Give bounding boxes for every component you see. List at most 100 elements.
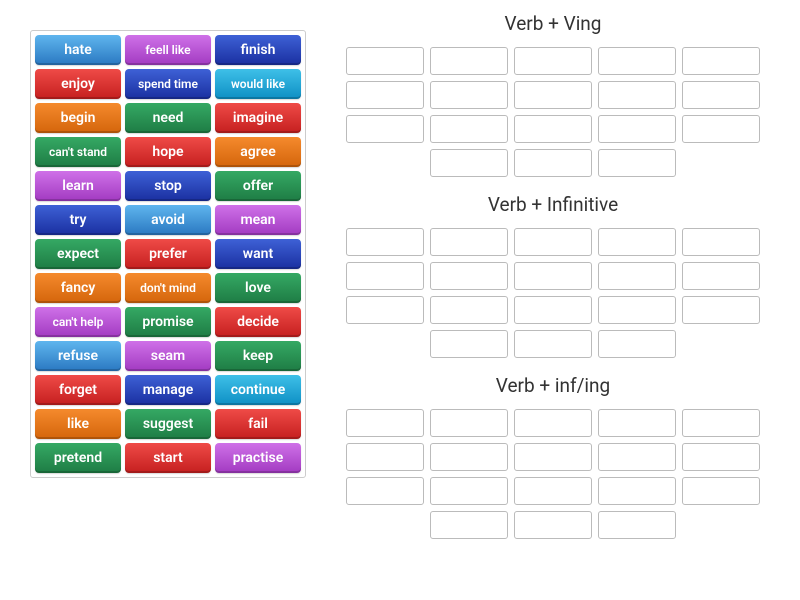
- drop-slot[interactable]: [430, 47, 508, 75]
- word-tile[interactable]: fancy: [35, 273, 121, 303]
- drop-slot[interactable]: [598, 81, 676, 109]
- word-tile[interactable]: would like: [215, 69, 301, 99]
- drop-slot[interactable]: [514, 81, 592, 109]
- drop-slot[interactable]: [682, 115, 760, 143]
- drop-slot[interactable]: [514, 477, 592, 505]
- drop-slot[interactable]: [514, 115, 592, 143]
- word-tile[interactable]: imagine: [215, 103, 301, 133]
- drop-slot[interactable]: [514, 149, 592, 177]
- exercise-container: hatefeell likefinish enjoyspend timewould…: [0, 0, 800, 559]
- drop-slot[interactable]: [514, 409, 592, 437]
- word-tile[interactable]: expect: [35, 239, 121, 269]
- drop-slot[interactable]: [430, 115, 508, 143]
- drop-slot[interactable]: [514, 228, 592, 256]
- drop-slot[interactable]: [682, 409, 760, 437]
- drop-slot[interactable]: [514, 330, 592, 358]
- word-tile[interactable]: keep: [215, 341, 301, 371]
- drop-slot[interactable]: [598, 262, 676, 290]
- word-tile[interactable]: don't mind: [125, 273, 211, 303]
- word-tile[interactable]: need: [125, 103, 211, 133]
- drop-slot[interactable]: [514, 443, 592, 471]
- drop-slot[interactable]: [430, 296, 508, 324]
- word-tile[interactable]: agree: [215, 137, 301, 167]
- word-tile[interactable]: forget: [35, 375, 121, 405]
- word-tile[interactable]: stop: [125, 171, 211, 201]
- word-tile[interactable]: prefer: [125, 239, 211, 269]
- drop-slot[interactable]: [598, 409, 676, 437]
- drop-slot[interactable]: [682, 477, 760, 505]
- drop-slot[interactable]: [346, 443, 424, 471]
- drop-slot[interactable]: [514, 47, 592, 75]
- drop-slot[interactable]: [346, 296, 424, 324]
- drop-slot[interactable]: [598, 115, 676, 143]
- word-tile[interactable]: spend time: [125, 69, 211, 99]
- drop-slot[interactable]: [682, 262, 760, 290]
- drop-slot[interactable]: [682, 81, 760, 109]
- word-tile[interactable]: can't stand: [35, 137, 121, 167]
- drop-slot[interactable]: [346, 47, 424, 75]
- drop-slot[interactable]: [598, 149, 676, 177]
- word-tile[interactable]: learn: [35, 171, 121, 201]
- drop-slot[interactable]: [598, 477, 676, 505]
- drop-slot[interactable]: [346, 477, 424, 505]
- drop-slot[interactable]: [682, 228, 760, 256]
- drop-slot[interactable]: [598, 443, 676, 471]
- group-title: Verb + Ving: [505, 12, 602, 35]
- drop-slot[interactable]: [598, 228, 676, 256]
- word-tile[interactable]: seam: [125, 341, 211, 371]
- drop-slot[interactable]: [430, 262, 508, 290]
- word-tile[interactable]: practise: [215, 443, 301, 473]
- word-tile[interactable]: suggest: [125, 409, 211, 439]
- drop-slot[interactable]: [430, 443, 508, 471]
- drop-slot[interactable]: [430, 149, 508, 177]
- drop-slot[interactable]: [430, 477, 508, 505]
- drop-slot[interactable]: [346, 409, 424, 437]
- word-tile[interactable]: offer: [215, 171, 301, 201]
- word-tile[interactable]: avoid: [125, 205, 211, 235]
- word-tile[interactable]: love: [215, 273, 301, 303]
- slot-grid[interactable]: [336, 409, 770, 539]
- word-tile[interactable]: manage: [125, 375, 211, 405]
- word-tile[interactable]: fail: [215, 409, 301, 439]
- word-tile[interactable]: finish: [215, 35, 301, 65]
- drop-slot[interactable]: [598, 47, 676, 75]
- word-tile[interactable]: promise: [125, 307, 211, 337]
- word-tile[interactable]: start: [125, 443, 211, 473]
- drop-slot[interactable]: [430, 228, 508, 256]
- drop-slot[interactable]: [598, 330, 676, 358]
- drop-slot[interactable]: [682, 296, 760, 324]
- drop-slot[interactable]: [430, 511, 508, 539]
- word-bank[interactable]: hatefeell likefinish enjoyspend timewould…: [30, 30, 306, 478]
- word-tile[interactable]: decide: [215, 307, 301, 337]
- word-tile[interactable]: continue: [215, 375, 301, 405]
- word-tile[interactable]: hope: [125, 137, 211, 167]
- word-tile[interactable]: hate: [35, 35, 121, 65]
- drop-zone-column: Verb + VingVerb + InfinitiveVerb + inf/i…: [336, 12, 770, 539]
- drop-slot[interactable]: [430, 81, 508, 109]
- drop-slot[interactable]: [682, 443, 760, 471]
- drop-slot[interactable]: [346, 228, 424, 256]
- drop-slot[interactable]: [514, 296, 592, 324]
- word-tile[interactable]: try: [35, 205, 121, 235]
- slot-grid[interactable]: [336, 228, 770, 358]
- drop-slot[interactable]: [598, 296, 676, 324]
- word-tile[interactable]: mean: [215, 205, 301, 235]
- word-tile[interactable]: like: [35, 409, 121, 439]
- drop-slot[interactable]: [346, 81, 424, 109]
- slot-grid[interactable]: [336, 47, 770, 177]
- drop-slot[interactable]: [346, 115, 424, 143]
- drop-slot[interactable]: [346, 262, 424, 290]
- word-tile[interactable]: enjoy: [35, 69, 121, 99]
- word-tile[interactable]: want: [215, 239, 301, 269]
- drop-slot[interactable]: [514, 511, 592, 539]
- word-tile[interactable]: can't help: [35, 307, 121, 337]
- drop-slot[interactable]: [430, 409, 508, 437]
- word-tile[interactable]: refuse: [35, 341, 121, 371]
- drop-slot[interactable]: [514, 262, 592, 290]
- drop-slot[interactable]: [682, 47, 760, 75]
- word-tile[interactable]: begin: [35, 103, 121, 133]
- word-tile[interactable]: feell like: [125, 35, 211, 65]
- word-tile[interactable]: pretend: [35, 443, 121, 473]
- drop-slot[interactable]: [598, 511, 676, 539]
- drop-slot[interactable]: [430, 330, 508, 358]
